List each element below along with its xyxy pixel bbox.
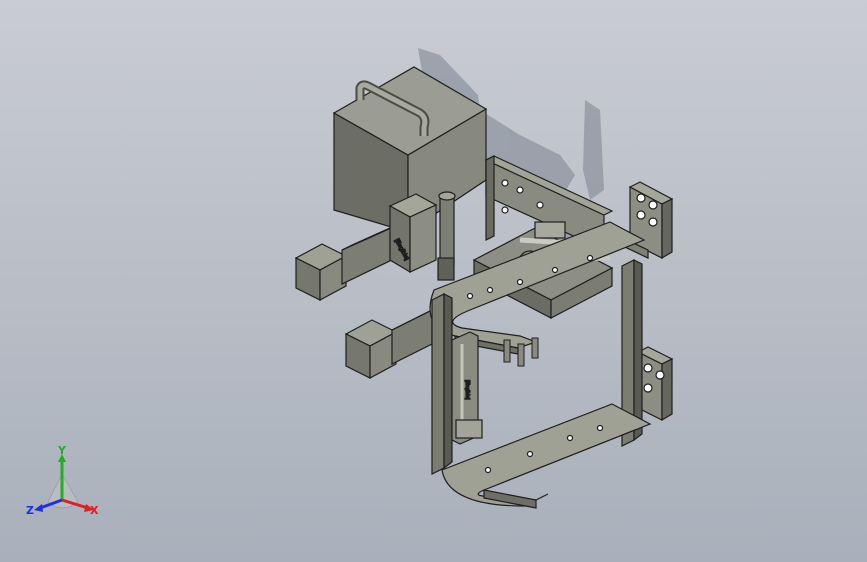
pneumatic-cylinder[interactable]: [illegible] [388,191,456,281]
lower-left-gripper[interactable] [344,304,443,380]
x-axis-label: X [90,504,99,517]
cad-model-assembly[interactable]: [illegible] [illegible] [0,0,867,562]
z-axis-label: Z [26,504,34,517]
y-axis-label: Y [58,444,66,457]
bottom-right-bracket[interactable] [636,346,674,422]
left-vertical-post[interactable] [431,293,453,475]
graphics-viewport[interactable]: [illegible] [illegible] Y X Z [0,0,867,562]
z-axis-arrowhead [34,504,43,512]
rail-label: [illegible] [464,380,470,400]
vertical-guide-rail[interactable]: [illegible] [451,331,483,445]
orientation-triad[interactable]: Y X Z [24,444,108,524]
